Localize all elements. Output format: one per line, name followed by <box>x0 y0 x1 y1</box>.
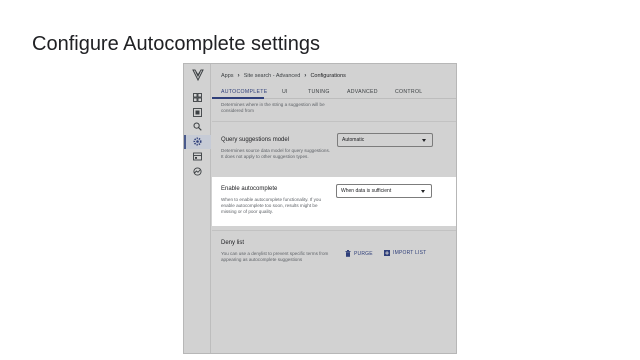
query-suggestions-model-select[interactable]: Automatic <box>337 133 433 147</box>
breadcrumb: Apps › Site search - Advanced › Configur… <box>221 72 346 79</box>
breadcrumb-separator-icon: › <box>237 72 240 79</box>
enable-autocomplete-select[interactable]: When data is sufficient <box>336 184 432 198</box>
purge-button[interactable]: PURGE <box>345 250 373 257</box>
import-list-label: IMPORT LIST <box>393 250 427 256</box>
slide-title: Configure Autocomplete settings <box>32 33 320 55</box>
previous-setting-description: Determines where in the string a suggest… <box>221 102 325 113</box>
enable-autocomplete-description: When to enable autocomplete functionalit… <box>221 197 322 214</box>
tab-autocomplete[interactable]: AUTOCOMPLETE <box>221 89 267 95</box>
purge-label: PURGE <box>354 250 373 257</box>
settings-icon[interactable] <box>193 137 202 146</box>
breadcrumb-current: Configurations <box>310 72 346 79</box>
breadcrumb-search-app[interactable]: Site search - Advanced <box>244 73 301 79</box>
tab-bar: AUTOCOMPLETE UI TUNING ADVANCED CONTROL <box>212 85 456 99</box>
tab-ui[interactable]: UI <box>282 89 288 95</box>
deny-list-description: You can use a denylist to prevent specif… <box>221 251 329 262</box>
trash-icon <box>345 250 351 257</box>
tab-tuning[interactable]: TUNING <box>308 89 330 95</box>
sidebar-rail <box>184 64 211 353</box>
chevron-down-icon <box>422 139 426 142</box>
tab-advanced[interactable]: ADVANCED <box>347 89 378 95</box>
console-screenshot: Apps › Site search - Advanced › Configur… <box>183 63 457 354</box>
query-suggestions-model-value: Automatic <box>342 137 365 143</box>
integration-icon[interactable] <box>193 152 202 161</box>
query-suggestions-model-description: Determines source data model for query s… <box>221 148 331 159</box>
enable-autocomplete-value: When data is sufficient <box>341 188 392 194</box>
analytics-icon[interactable] <box>193 167 202 176</box>
enable-autocomplete-title: Enable autocomplete <box>221 186 278 192</box>
breadcrumb-apps[interactable]: Apps <box>221 73 234 79</box>
chevron-down-icon <box>421 190 425 193</box>
dashboard-icon[interactable] <box>193 93 202 102</box>
deny-list-title: Deny list <box>221 240 245 246</box>
add-box-icon <box>384 250 390 256</box>
search-icon[interactable] <box>193 122 202 131</box>
data-icon[interactable] <box>193 108 202 117</box>
section-divider <box>212 230 456 231</box>
breadcrumb-separator-icon: › <box>304 72 307 79</box>
enable-autocomplete-section: Enable autocomplete When to enable autoc… <box>212 177 456 226</box>
section-divider <box>212 121 456 122</box>
app-logo-icon <box>192 69 204 81</box>
active-tab-indicator <box>212 97 264 99</box>
tab-control[interactable]: CONTROL <box>395 89 422 95</box>
query-suggestions-model-title: Query suggestions model <box>221 137 290 143</box>
import-list-button[interactable]: IMPORT LIST <box>384 250 426 256</box>
